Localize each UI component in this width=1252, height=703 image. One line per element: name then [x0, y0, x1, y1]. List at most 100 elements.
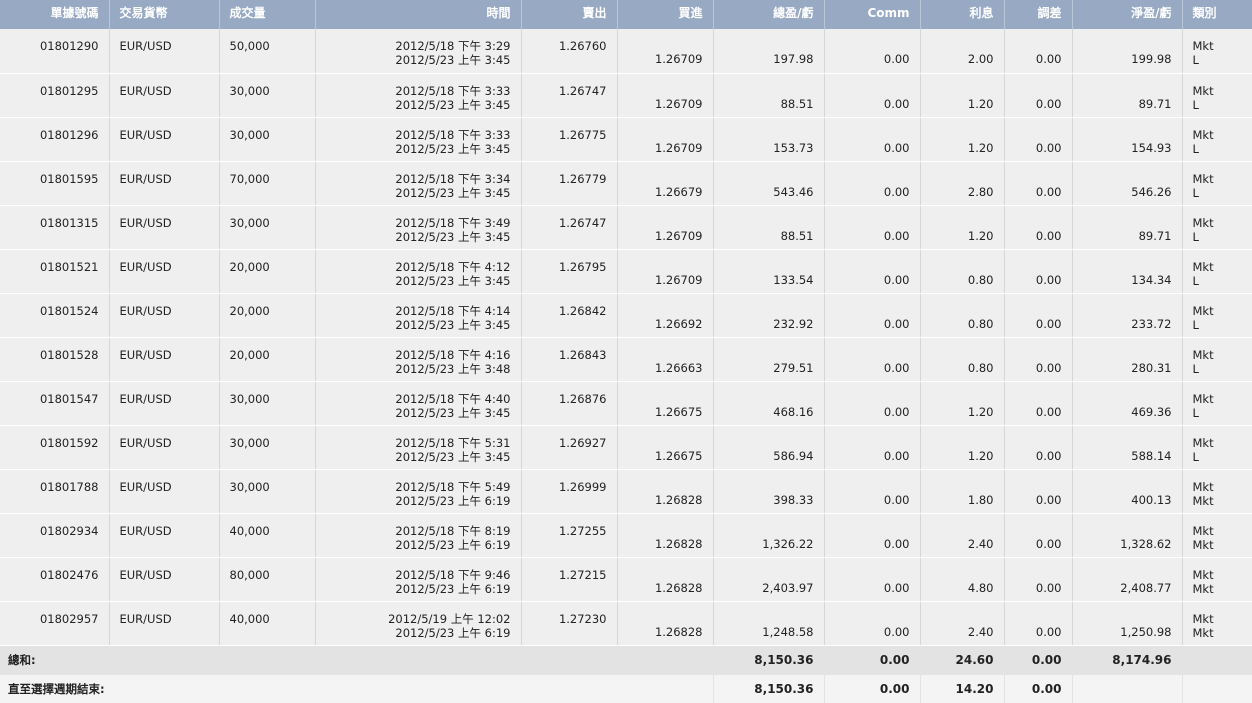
volume-cell: 30,000 — [219, 117, 316, 162]
table-row[interactable]: 01801296 EUR/USD 30,000 2012/5/18 下午 3:33 20… — [0, 117, 1252, 162]
type-cell: Mkt L — [1182, 161, 1252, 206]
adjustment-cell: 0.00 — [1004, 73, 1073, 118]
type-open-value: Mkt — [1192, 523, 1214, 538]
time-cell: 2012/5/18 下午 5:49 2012/5/23 上午 6:19 — [315, 469, 522, 514]
type-close-value: Mkt — [1192, 581, 1214, 596]
volume-cell: 20,000 — [219, 293, 316, 338]
sell-price-cell: 1.26842 — [521, 293, 618, 338]
sell-price-cell: 1.26747 — [521, 73, 618, 118]
buy-price-value: 1.26828 — [654, 580, 703, 595]
sell-price-cell: 1.26927 — [521, 425, 618, 470]
interest-value: 1.20 — [967, 140, 994, 155]
net-pl-value: 1,328.62 — [1120, 536, 1172, 551]
close-time-value: 2012/5/23 上午 6:19 — [395, 537, 511, 552]
col-gross-pl[interactable]: 總盈/虧 — [713, 0, 825, 29]
adjustment-value: 0.00 — [1035, 492, 1062, 507]
table-row[interactable]: 01801595 EUR/USD 70,000 2012/5/18 下午 3:34 20… — [0, 161, 1252, 206]
order-no-value: 01801528 — [39, 347, 99, 362]
interest-value: 1.20 — [967, 96, 994, 111]
close-time-value: 2012/5/23 上午 3:45 — [395, 185, 511, 200]
order-no-value: 01801547 — [39, 391, 99, 406]
col-type[interactable]: 類別 — [1182, 0, 1252, 29]
interest-cell: 1.20 — [920, 381, 1005, 426]
interest-cell: 1.80 — [920, 469, 1005, 514]
table-row[interactable]: 01801524 EUR/USD 20,000 2012/5/18 下午 4:14 20… — [0, 293, 1252, 338]
net-pl-value: 280.31 — [1131, 360, 1172, 375]
time-cell: 2012/5/18 下午 3:33 2012/5/23 上午 3:45 — [315, 73, 522, 118]
col-net-pl[interactable]: 淨盈/虧 — [1072, 0, 1183, 29]
currency-pair-cell: EUR/USD — [109, 249, 220, 294]
volume-cell: 50,000 — [219, 29, 316, 74]
col-interest[interactable]: 利息 — [920, 0, 1005, 29]
currency-pair-cell: EUR/USD — [109, 425, 220, 470]
period-end-row: 直至選擇週期結束: 8,150.36 0.00 14.20 0.00 — [0, 675, 1252, 703]
volume-value: 20,000 — [229, 347, 270, 362]
comm-cell: 0.00 — [824, 293, 921, 338]
order-no-cell: 01801315 — [0, 205, 110, 250]
buy-price-cell: 1.26663 — [617, 337, 714, 382]
table-row[interactable]: 01801788 EUR/USD 30,000 2012/5/18 下午 5:49 20… — [0, 469, 1252, 514]
open-time-value: 2012/5/18 下午 3:49 — [395, 215, 511, 230]
comm-cell: 0.00 — [824, 469, 921, 514]
adjustment-value: 0.00 — [1035, 448, 1062, 463]
type-open-value: Mkt — [1192, 611, 1214, 626]
net-pl-cell: 469.36 — [1072, 381, 1183, 426]
col-buy[interactable]: 買進 — [617, 0, 714, 29]
table-row[interactable]: 01802934 EUR/USD 40,000 2012/5/18 下午 8:19 20… — [0, 513, 1252, 558]
col-volume[interactable]: 成交量 — [219, 0, 316, 29]
adjustment-cell: 0.00 — [1004, 29, 1073, 74]
comm-cell: 0.00 — [824, 425, 921, 470]
gross-pl-cell: 133.54 — [713, 249, 825, 294]
type-close-value: Mkt — [1192, 625, 1214, 640]
time-cell: 2012/5/18 下午 4:12 2012/5/23 上午 3:45 — [315, 249, 522, 294]
gross-pl-cell: 468.16 — [713, 381, 825, 426]
table-row[interactable]: 01801315 EUR/USD 30,000 2012/5/18 下午 3:49 20… — [0, 205, 1252, 250]
period-end-gross: 8,150.36 — [713, 675, 825, 703]
col-order-no[interactable]: 單據號碼 — [0, 0, 110, 29]
comm-cell: 0.00 — [824, 117, 921, 162]
type-cell: Mkt L — [1182, 29, 1252, 74]
interest-value: 0.80 — [967, 316, 994, 331]
net-pl-cell: 280.31 — [1072, 337, 1183, 382]
sell-price-cell: 1.27255 — [521, 513, 618, 558]
table-row[interactable]: 01801521 EUR/USD 20,000 2012/5/18 下午 4:12 20… — [0, 249, 1252, 294]
table-row[interactable]: 01801592 EUR/USD 30,000 2012/5/18 下午 5:31 20… — [0, 425, 1252, 470]
currency-pair-value: EUR/USD — [119, 259, 172, 274]
sell-price-value: 1.27230 — [558, 611, 607, 626]
currency-pair-value: EUR/USD — [119, 391, 172, 406]
interest-cell: 0.80 — [920, 337, 1005, 382]
sell-price-value: 1.26775 — [558, 127, 607, 142]
col-comm[interactable]: Comm — [824, 0, 921, 29]
buy-price-cell: 1.26709 — [617, 117, 714, 162]
adjustment-value: 0.00 — [1035, 140, 1062, 155]
table-row[interactable]: 01802476 EUR/USD 80,000 2012/5/18 下午 9:46 20… — [0, 557, 1252, 602]
open-time-value: 2012/5/18 下午 4:12 — [395, 259, 511, 274]
table-row[interactable]: 01801290 EUR/USD 50,000 2012/5/18 下午 3:29 20… — [0, 29, 1252, 74]
table-row[interactable]: 01801295 EUR/USD 30,000 2012/5/18 下午 3:33 20… — [0, 73, 1252, 118]
gross-pl-value: 153.73 — [773, 140, 814, 155]
open-time-value: 2012/5/18 下午 3:33 — [395, 127, 511, 142]
type-open-value: Mkt — [1192, 435, 1214, 450]
table-row[interactable]: 01802957 EUR/USD 40,000 2012/5/19 上午 12:02 2… — [0, 601, 1252, 646]
col-time[interactable]: 時間 — [315, 0, 522, 29]
adjustment-cell: 0.00 — [1004, 601, 1073, 646]
table-row[interactable]: 01801528 EUR/USD 20,000 2012/5/18 下午 4:16 20… — [0, 337, 1252, 382]
gross-pl-value: 232.92 — [773, 316, 814, 331]
close-time-value: 2012/5/23 上午 3:45 — [395, 53, 511, 67]
adjustment-cell: 0.00 — [1004, 557, 1073, 602]
gross-pl-value: 88.51 — [780, 96, 814, 111]
col-currency-pair[interactable]: 交易貨幣 — [109, 0, 220, 29]
volume-value: 30,000 — [229, 435, 270, 450]
table-row[interactable]: 01801547 EUR/USD 30,000 2012/5/18 下午 4:40 20… — [0, 381, 1252, 426]
col-adjustment[interactable]: 調差 — [1004, 0, 1073, 29]
sell-price-cell: 1.26760 — [521, 29, 618, 74]
col-sell[interactable]: 賣出 — [521, 0, 618, 29]
open-time-value: 2012/5/18 下午 8:19 — [395, 523, 511, 538]
type-cell: Mkt L — [1182, 381, 1252, 426]
net-pl-value: 89.71 — [1138, 228, 1172, 243]
period-end-adjustment: 0.00 — [1004, 675, 1073, 703]
adjustment-value: 0.00 — [1035, 404, 1062, 419]
sell-price-value: 1.26876 — [558, 391, 607, 406]
open-time-value: 2012/5/18 下午 4:14 — [395, 303, 511, 318]
time-cell: 2012/5/18 下午 8:19 2012/5/23 上午 6:19 — [315, 513, 522, 558]
